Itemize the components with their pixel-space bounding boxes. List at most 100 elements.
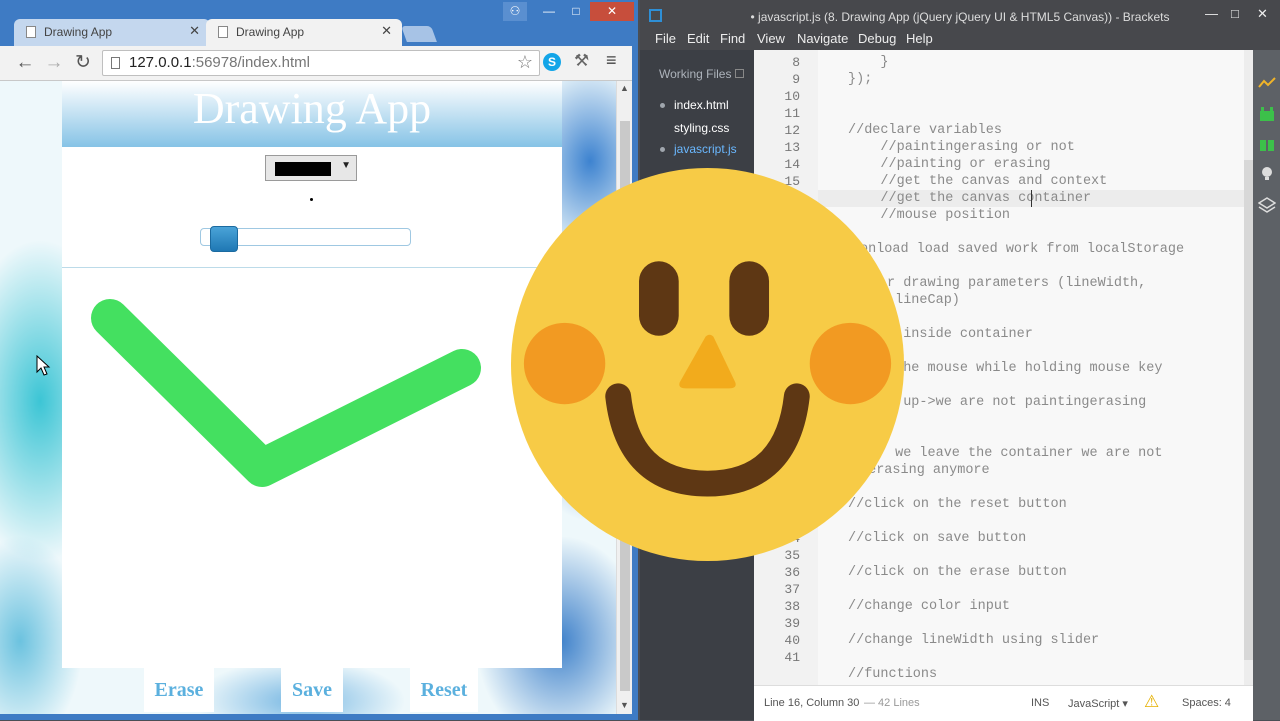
settings-icon[interactable]	[735, 69, 744, 78]
menu-icon[interactable]: ≡	[606, 50, 617, 71]
line-number: 13	[784, 140, 800, 155]
brush-preview-dot	[310, 198, 313, 201]
line-count: — 42 Lines	[864, 697, 920, 709]
cursor-position: Line 16, Column 30	[764, 697, 860, 709]
tools-icon[interactable]: ⚒	[574, 51, 589, 71]
browser-toolbar: ← → ↻ 127.0.0.1:56978/index.html ☆ S ⚒ ≡	[0, 46, 638, 81]
menu-view[interactable]: View	[757, 31, 785, 46]
menu-find[interactable]: Find	[720, 31, 745, 46]
dirty-dot-icon	[660, 147, 665, 152]
erase-button[interactable]: Erase	[144, 668, 214, 712]
close-window-button[interactable]: ✕	[1257, 6, 1268, 22]
mouse-cursor-icon	[36, 355, 51, 376]
extension-manager-icon[interactable]	[1258, 104, 1276, 122]
code-line: onload load saved work from localStorage	[860, 242, 1185, 257]
indent-setting[interactable]: Spaces: 4	[1182, 697, 1231, 709]
page-icon	[111, 57, 120, 69]
forward-arrow-icon[interactable]: →	[43, 52, 65, 74]
scroll-down-icon[interactable]: ▼	[620, 700, 629, 710]
line-number: 41	[784, 650, 800, 665]
language-select[interactable]: JavaScript ▾	[1068, 697, 1128, 710]
line-number: 38	[784, 599, 800, 614]
browser-titlebar: ⚇ — □ ✕ Drawing App ✕ Drawing App ✕	[0, 0, 638, 46]
scroll-up-icon[interactable]: ▲	[620, 83, 629, 93]
code-line: we leave the container we are not	[887, 446, 1163, 461]
code-line: //paintingerasing or not	[848, 140, 1075, 155]
code-line: //declare variables	[848, 123, 1002, 138]
save-button[interactable]: Save	[281, 668, 343, 712]
code-line: //functions	[848, 667, 938, 682]
reset-button[interactable]: Reset	[410, 668, 478, 712]
minimize-button[interactable]: —	[1205, 6, 1218, 21]
reload-icon[interactable]: ↻	[72, 52, 94, 74]
chevron-down-icon: ▼	[341, 160, 351, 171]
gift-icon[interactable]	[1258, 134, 1276, 152]
menu-edit[interactable]: Edit	[687, 31, 709, 46]
line-number: 36	[784, 565, 800, 580]
insert-mode[interactable]: INS	[1031, 697, 1049, 709]
maximize-button[interactable]: □	[1231, 6, 1239, 21]
code-line: //click on the erase button	[848, 565, 1067, 580]
brackets-titlebar: • javascript.js (8. Drawing App (jQuery …	[640, 0, 1280, 30]
drawn-stroke	[91, 299, 481, 487]
line-number: 37	[784, 582, 800, 597]
code-line: }	[848, 55, 889, 70]
skype-icon[interactable]: S	[543, 53, 561, 71]
slider-handle[interactable]	[210, 226, 239, 252]
code-line: k inside container	[887, 327, 1033, 342]
line-number: 8	[792, 55, 800, 70]
maximize-button[interactable]: □	[563, 2, 589, 21]
code-line: //change lineWidth using slider	[848, 633, 1100, 648]
menu-debug[interactable]: Debug	[858, 31, 896, 46]
tab-close-icon[interactable]: ✕	[381, 23, 392, 39]
live-preview-icon[interactable]	[1258, 74, 1276, 92]
page-title: Drawing App	[192, 84, 432, 133]
tab-close-icon[interactable]: ✕	[189, 23, 200, 39]
menu-file[interactable]: File	[655, 31, 676, 46]
close-window-button[interactable]: ✕	[590, 2, 634, 21]
canvas-drawing	[91, 299, 481, 487]
code-line: e up->we are not paintingerasing	[887, 395, 1147, 410]
warning-icon[interactable]: ⚠	[1144, 692, 1159, 712]
controls-panel: ▼	[62, 147, 562, 267]
scrollbar-thumb[interactable]	[1244, 160, 1253, 660]
working-file-javascript[interactable]: javascript.js	[674, 142, 737, 156]
tab-drawing-app-2[interactable]: Drawing App ✕	[206, 19, 402, 46]
back-arrow-icon[interactable]: ←	[14, 52, 36, 74]
menu-help[interactable]: Help	[906, 31, 933, 46]
menu-navigate[interactable]: Navigate	[797, 31, 848, 46]
right-toolbar	[1253, 50, 1280, 720]
tab-page-icon	[26, 26, 36, 38]
text-cursor	[1031, 190, 1032, 207]
menubar: File Edit Find View Navigate Debug Help	[640, 30, 1280, 50]
color-swatch	[275, 162, 331, 176]
address-bar[interactable]: 127.0.0.1:56978/index.html ☆	[102, 50, 540, 76]
line-width-slider[interactable]	[200, 226, 411, 252]
window-title: • javascript.js (8. Drawing App (jQuery …	[750, 10, 1170, 24]
lightbulb-icon[interactable]	[1258, 164, 1276, 182]
smiley-face-icon	[510, 167, 905, 562]
code-line: });	[848, 72, 873, 87]
line-number: 11	[784, 106, 800, 121]
working-file-styling[interactable]: styling.css	[674, 121, 729, 135]
tab-page-icon	[218, 26, 228, 38]
working-file-index[interactable]: index.html	[674, 98, 729, 112]
status-bar: Line 16, Column 30 — 42 Lines INS JavaSc…	[754, 685, 1253, 721]
tab-drawing-app-1[interactable]: Drawing App ✕	[14, 19, 210, 46]
code-line: r drawing parameters (lineWidth,	[887, 276, 1147, 291]
minimize-button[interactable]: —	[536, 2, 562, 21]
code-line: the mouse while holding mouse key	[887, 361, 1163, 376]
working-files-header: Working Files	[659, 67, 732, 81]
tab-label: Drawing App	[44, 25, 113, 39]
layers-icon[interactable]	[1258, 196, 1276, 214]
line-number: 9	[792, 72, 800, 87]
app-header: Drawing App	[62, 81, 562, 147]
color-select[interactable]: ▼	[265, 155, 357, 181]
drawing-canvas[interactable]	[62, 267, 562, 668]
user-profile-button[interactable]: ⚇	[503, 2, 527, 21]
dirty-dot-icon	[660, 103, 665, 108]
tab-label: Drawing App	[236, 25, 305, 39]
editor-scrollbar[interactable]	[1244, 50, 1253, 685]
new-tab-button[interactable]	[401, 26, 437, 42]
star-icon[interactable]: ☆	[517, 52, 533, 73]
